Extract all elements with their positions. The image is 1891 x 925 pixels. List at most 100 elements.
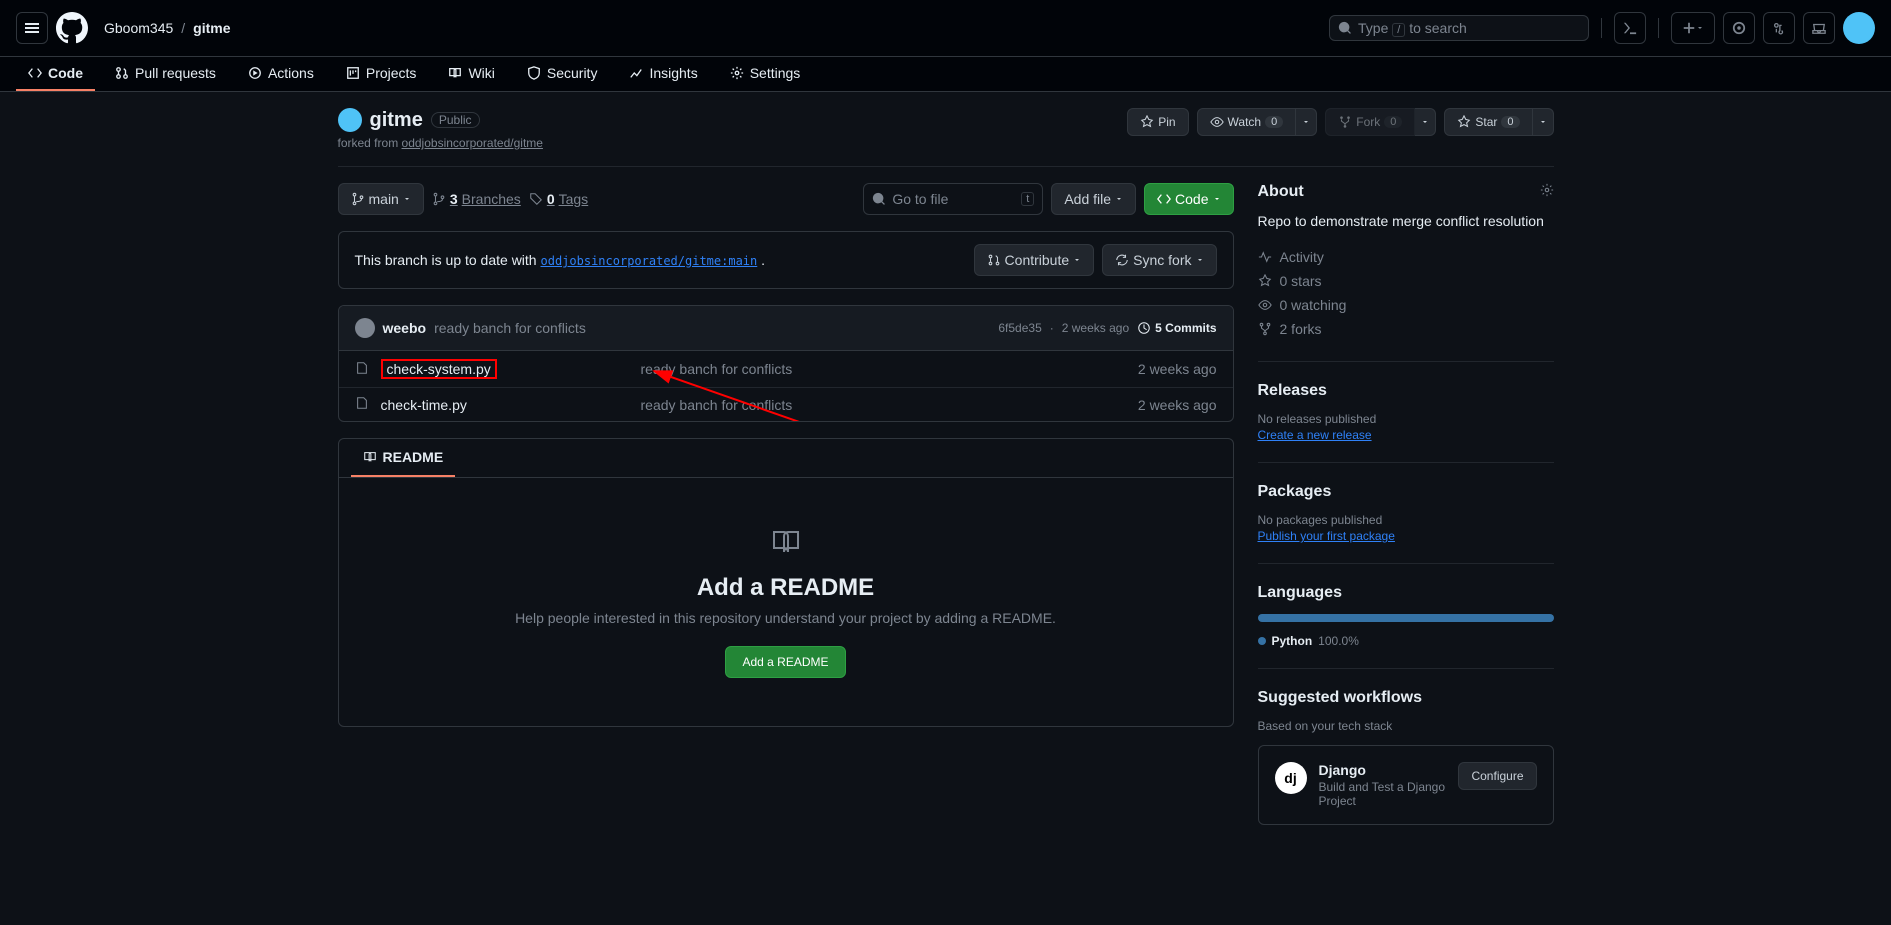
- separator: [1658, 18, 1659, 38]
- nav-pulls[interactable]: Pull requests: [103, 57, 228, 91]
- kbd-t: t: [1021, 192, 1034, 206]
- commit-author[interactable]: weebo: [383, 320, 427, 336]
- search-icon: [872, 192, 886, 206]
- file-row[interactable]: check-time.py ready banch for conflicts …: [339, 388, 1233, 421]
- stars-label: 0 stars: [1280, 273, 1322, 289]
- notifications-button[interactable]: [1803, 12, 1835, 44]
- contribute-button[interactable]: Contribute: [974, 244, 1095, 276]
- forked-from: forked from oddjobsincorporated/gitme: [338, 136, 543, 150]
- language-bar: [1258, 614, 1554, 622]
- branch-icon: [351, 192, 365, 206]
- gear-icon[interactable]: [1540, 183, 1554, 197]
- commit-date: 2 weeks ago: [1062, 321, 1129, 335]
- workflow-sub: Build and Test a Django Project: [1319, 780, 1447, 808]
- main-content: main 3 Branches 0 Tags: [338, 183, 1234, 865]
- star-icon: [1457, 115, 1471, 129]
- watch-button-group: Watch 0: [1197, 108, 1318, 136]
- workflows-section: Suggested workflows Based on your tech s…: [1258, 689, 1554, 845]
- add-file-label: Add file: [1064, 191, 1111, 207]
- publish-package-link[interactable]: Publish your first package: [1258, 529, 1395, 543]
- breadcrumb-separator: /: [181, 20, 185, 36]
- file-name[interactable]: check-time.py: [381, 397, 641, 413]
- caret-down-icon: [1196, 256, 1204, 264]
- nav-settings[interactable]: Settings: [718, 57, 813, 91]
- add-readme-button[interactable]: Add a README: [725, 646, 845, 678]
- releases-empty: No releases published: [1258, 412, 1554, 426]
- nav-actions[interactable]: Actions: [236, 57, 326, 91]
- forks-label: 2 forks: [1280, 321, 1322, 337]
- hamburger-menu[interactable]: [16, 12, 48, 44]
- tags-link[interactable]: 0 Tags: [529, 191, 588, 207]
- issues-button[interactable]: [1723, 12, 1755, 44]
- workflows-title: Suggested workflows: [1258, 689, 1554, 707]
- fork-button[interactable]: Fork 0: [1325, 108, 1415, 136]
- file-list-header: weebo ready banch for conflicts 6f5de35 …: [339, 306, 1233, 351]
- activity-link[interactable]: Activity: [1258, 245, 1554, 269]
- watching-link[interactable]: 0 watching: [1258, 293, 1554, 317]
- fork-count: 0: [1384, 116, 1402, 128]
- stars-link[interactable]: 0 stars: [1258, 269, 1554, 293]
- branch-selector[interactable]: main: [338, 183, 424, 215]
- add-file-button[interactable]: Add file: [1051, 183, 1136, 215]
- commit-sha[interactable]: 6f5de35: [998, 321, 1041, 335]
- file-commit-msg[interactable]: ready banch for conflicts: [641, 361, 1138, 377]
- readme-subtitle: Help people interested in this repositor…: [387, 610, 1185, 626]
- branch-name: main: [369, 191, 399, 207]
- file-name[interactable]: check-system.py: [381, 359, 641, 379]
- fork-button-group: Fork 0: [1325, 108, 1436, 136]
- nav-label: Projects: [366, 65, 417, 81]
- go-to-file-input[interactable]: Go to file t: [863, 183, 1043, 215]
- pull-request-icon: [115, 66, 129, 80]
- file-row[interactable]: check-system.py ready banch for conflict…: [339, 351, 1233, 388]
- branches-link[interactable]: 3 Branches: [432, 191, 521, 207]
- forks-link[interactable]: 2 forks: [1258, 317, 1554, 341]
- nav-projects[interactable]: Projects: [334, 57, 429, 91]
- create-new-button[interactable]: [1671, 12, 1715, 44]
- code-button[interactable]: Code: [1144, 183, 1233, 215]
- search-input[interactable]: Type / to search: [1329, 15, 1589, 41]
- watch-button[interactable]: Watch 0: [1197, 108, 1297, 136]
- nav-insights[interactable]: Insights: [617, 57, 709, 91]
- languages-title: Languages: [1258, 584, 1554, 602]
- nav-security[interactable]: Security: [515, 57, 610, 91]
- workflow-card-django: dj Django Build and Test a Django Projec…: [1258, 745, 1554, 825]
- commits-link[interactable]: 5 Commits: [1137, 321, 1216, 335]
- language-item[interactable]: Python 100.0%: [1258, 634, 1554, 648]
- book-icon: [363, 450, 377, 464]
- code-icon: [1157, 192, 1171, 206]
- breadcrumb-repo[interactable]: gitme: [193, 20, 230, 36]
- caret-down-icon: [1213, 195, 1221, 203]
- forked-from-link[interactable]: oddjobsincorporated/gitme: [402, 136, 543, 150]
- file-toolbar: main 3 Branches 0 Tags: [338, 183, 1234, 215]
- caret-down-icon: [1539, 118, 1547, 126]
- watch-dropdown[interactable]: [1296, 108, 1317, 136]
- sync-fork-button[interactable]: Sync fork: [1102, 244, 1216, 276]
- readme-box: README Add a README Help people interest…: [338, 438, 1234, 727]
- file-commit-msg[interactable]: ready banch for conflicts: [641, 397, 1138, 413]
- fork-dropdown[interactable]: [1415, 108, 1436, 136]
- pin-button[interactable]: Pin: [1127, 108, 1188, 136]
- create-release-link[interactable]: Create a new release: [1258, 428, 1372, 442]
- star-button[interactable]: Star 0: [1444, 108, 1532, 136]
- breadcrumb-owner[interactable]: Gboom345: [104, 20, 173, 36]
- file-icon: [355, 396, 369, 413]
- pull-requests-button[interactable]: [1763, 12, 1795, 44]
- repo-name: gitme: [370, 109, 423, 132]
- readme-tab[interactable]: README: [351, 439, 456, 477]
- commit-message[interactable]: ready banch for conflicts: [434, 320, 586, 336]
- github-logo-icon[interactable]: [56, 12, 88, 44]
- commit-author-avatar[interactable]: [355, 318, 375, 338]
- user-avatar[interactable]: [1843, 12, 1875, 44]
- nav-code[interactable]: Code: [16, 57, 95, 91]
- command-palette-button[interactable]: [1614, 12, 1646, 44]
- nav-wiki[interactable]: Wiki: [436, 57, 506, 91]
- sync-icon: [1115, 253, 1129, 267]
- watch-label: Watch: [1228, 115, 1262, 129]
- activity-label: Activity: [1280, 249, 1324, 265]
- star-dropdown[interactable]: [1533, 108, 1554, 136]
- configure-button[interactable]: Configure: [1458, 762, 1536, 790]
- repo-title: gitme Public: [338, 108, 543, 132]
- nav-label: Wiki: [468, 65, 494, 81]
- fork-label: Fork: [1356, 115, 1380, 129]
- upstream-link[interactable]: oddjobsincorporated/gitme:main: [541, 254, 758, 268]
